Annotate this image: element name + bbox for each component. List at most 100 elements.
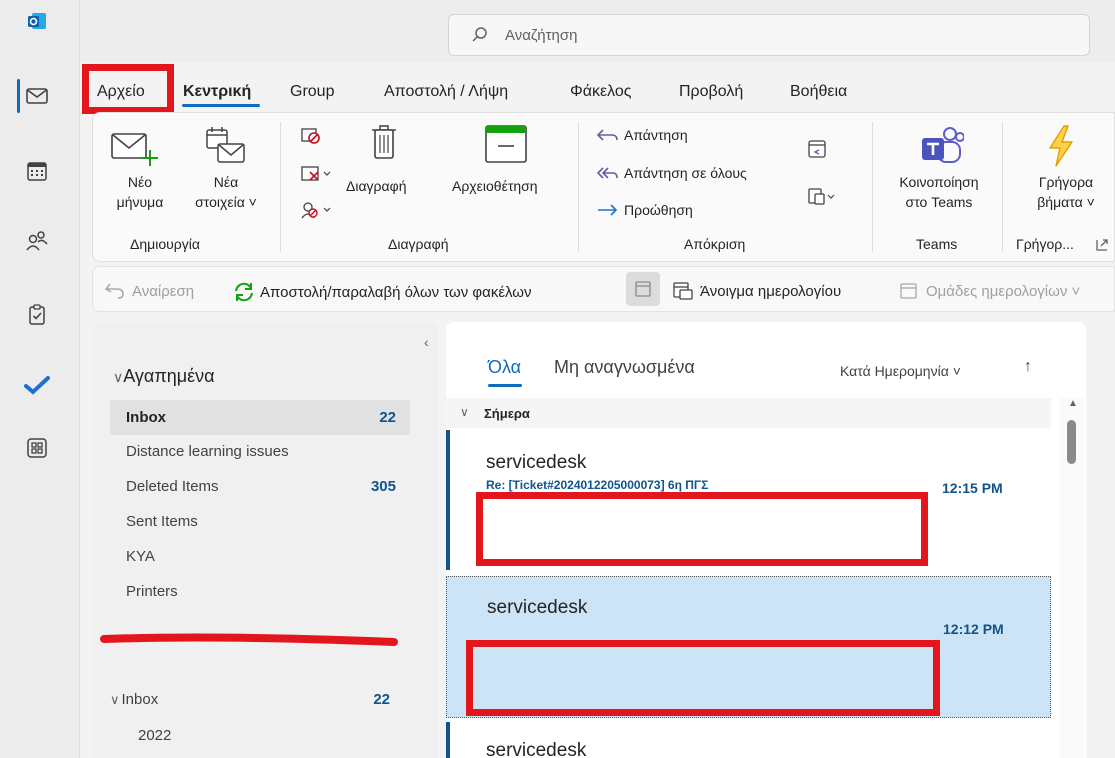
folder-deleted-items[interactable]: Deleted Items 305: [110, 469, 410, 504]
folder-label: Inbox: [126, 409, 166, 426]
highlight-box-file-tab: [82, 64, 174, 114]
folder-label: 2022: [138, 727, 172, 744]
search-placeholder: Αναζήτηση: [505, 26, 578, 44]
forward-button[interactable]: Προώθηση: [596, 202, 693, 218]
search-box[interactable]: Αναζήτηση: [448, 14, 1090, 56]
archive-label: Αρχειοθέτηση: [452, 178, 538, 194]
outlook-logo-icon: [20, 4, 54, 38]
reply-button[interactable]: Απάντηση: [596, 127, 688, 143]
chevron-down-icon: ∨: [110, 691, 120, 707]
dialog-launcher-icon[interactable]: [1095, 238, 1109, 257]
forward-icon: [598, 204, 618, 216]
folder-label: Inbox: [121, 691, 159, 708]
undo-icon: [104, 283, 124, 299]
new-mail-icon: [111, 133, 158, 166]
sort-direction-icon[interactable]: ↑: [1024, 358, 1032, 376]
group-header-today[interactable]: ∨ Σήμερα: [446, 398, 1051, 428]
tab-home[interactable]: Κεντρική: [183, 83, 251, 101]
new-items-button[interactable]: Νέα στοιχεία ˅: [186, 124, 266, 234]
undo-button[interactable]: Αναίρεση: [104, 281, 194, 301]
ignore-icon[interactable]: [300, 126, 322, 151]
folder-sent-items[interactable]: Sent Items: [110, 504, 410, 539]
meeting-reply-icon[interactable]: [806, 138, 828, 165]
folder-printers[interactable]: Printers: [110, 574, 410, 609]
share-teams-label-1: Κοινοποίηση: [899, 174, 979, 190]
send-receive-label: Αποστολή/παραλαβή όλων των φακέλων: [260, 283, 532, 301]
message-item[interactable]: servicedesk: [446, 722, 1051, 758]
chevron-down-icon: ∨: [460, 405, 469, 419]
mail-icon[interactable]: [20, 79, 54, 113]
message-subject: Re: [Ticket#2024012205000073] 6η ΠΓΣ: [486, 478, 709, 492]
chevron-down-icon: ∨: [113, 369, 124, 385]
group-today-label: Σήμερα: [484, 406, 530, 421]
new-message-button[interactable]: Νέο μήνυμα: [110, 124, 180, 234]
folder-2022[interactable]: 2022: [122, 718, 422, 753]
tasks-icon[interactable]: [20, 298, 54, 332]
sort-by-date[interactable]: Κατά Ημερομηνία ˅: [840, 363, 961, 379]
clean-up-icon[interactable]: [300, 164, 334, 189]
tab-view[interactable]: Προβολή: [679, 83, 743, 101]
search-icon: [472, 27, 487, 42]
ribbon-separator: [578, 122, 579, 252]
message-time: 12:15 PM: [942, 480, 1003, 496]
new-message-label-2: μήνυμα: [116, 194, 164, 210]
message-sender: servicedesk: [486, 452, 587, 473]
send-receive-all-button[interactable]: Αποστολή/παραλαβή όλων των φακέλων: [232, 281, 532, 303]
quick-steps-button[interactable]: Γρήγορα βήματα ˅: [1010, 124, 1110, 234]
delete-button[interactable]: [342, 120, 432, 230]
folder-label: Printers: [126, 583, 178, 600]
collapse-pane-icon[interactable]: ‹: [424, 334, 429, 350]
message-sender: servicedesk: [487, 597, 588, 618]
calendar-share-icon: [635, 281, 651, 297]
scrollbar-thumb[interactable]: [1067, 420, 1076, 464]
new-message-label-1: Νέο: [127, 174, 153, 190]
todo-check-icon[interactable]: [20, 368, 54, 402]
message-time: 12:12 PM: [943, 621, 1004, 637]
ribbon-separator: [280, 122, 281, 252]
tab-all[interactable]: Όλα: [488, 357, 521, 378]
shared-calendar-button[interactable]: [626, 272, 660, 306]
archive-button[interactable]: [452, 120, 564, 230]
scroll-up-icon[interactable]: ▲: [1068, 398, 1078, 409]
trash-icon: [372, 125, 396, 159]
tab-folder[interactable]: Φάκελος: [570, 83, 632, 101]
junk-icon[interactable]: [300, 200, 334, 225]
tab-group[interactable]: Group: [290, 83, 334, 101]
new-items-label-1: Νέα: [213, 174, 239, 190]
lightning-icon: [1049, 125, 1073, 167]
folder-label: KYA: [126, 548, 155, 565]
share-teams-label-2: στο Teams: [905, 194, 973, 210]
scrollbar[interactable]: ▲: [1060, 398, 1084, 758]
calendar-groups-button[interactable]: Ομάδες ημερολογίων ˅: [898, 281, 1080, 301]
tab-send-receive[interactable]: Αποστολή / Λήψη: [384, 83, 508, 101]
quick-steps-label-2: βήματα ˅: [1037, 194, 1095, 210]
apps-icon[interactable]: [20, 431, 54, 465]
open-calendar-icon: [673, 282, 693, 300]
reply-label: Απάντηση: [624, 127, 688, 143]
tab-unread[interactable]: Μη αναγνωσμένα: [554, 357, 695, 378]
account-inbox[interactable]: ∨ Inbox 22: [104, 682, 404, 717]
share-to-teams-button[interactable]: Κοινοποίηση στο Teams: [882, 124, 996, 234]
folder-inbox[interactable]: Inbox 22: [110, 400, 410, 435]
unread-indicator: [446, 430, 450, 570]
reply-all-button[interactable]: Απάντηση σε όλους: [596, 165, 747, 181]
folder-label: Distance learning issues: [126, 443, 289, 460]
group-label-respond: Απόκριση: [684, 236, 746, 252]
calendar-groups-icon: [900, 283, 917, 299]
ribbon-separator: [1002, 122, 1003, 252]
folder-distance-learning[interactable]: Distance learning issues: [110, 434, 410, 469]
calendar-icon[interactable]: [20, 154, 54, 188]
reply-icon: [596, 129, 618, 141]
favorites-header[interactable]: ∨Αγαπημένα: [113, 366, 215, 387]
redaction-box: [466, 640, 940, 716]
folder-kya[interactable]: KYA: [110, 539, 410, 574]
open-calendar-button[interactable]: Άνοιγμα ημερολογίου: [672, 281, 841, 301]
unread-indicator: [446, 722, 450, 758]
active-tab-underline: [182, 104, 260, 107]
people-icon[interactable]: [20, 224, 54, 258]
more-respond-icon[interactable]: [806, 186, 836, 213]
group-label-quick: Γρήγορ...: [1016, 236, 1074, 252]
tab-help[interactable]: Βοήθεια: [790, 83, 847, 101]
new-items-label-2: στοιχεία ˅: [195, 194, 257, 210]
teams-icon: [922, 127, 964, 163]
